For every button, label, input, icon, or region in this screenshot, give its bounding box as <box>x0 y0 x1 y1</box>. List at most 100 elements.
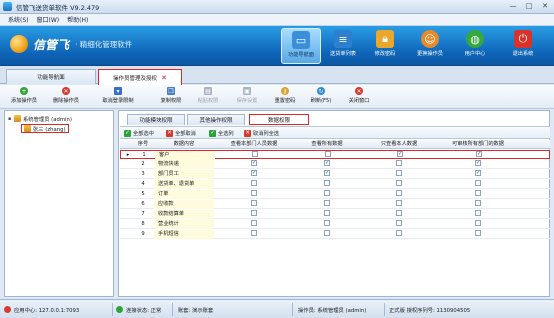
checkbox[interactable] <box>475 180 481 186</box>
cancel-login-limit-button[interactable]: ▾ 取消登录限制 <box>90 86 146 108</box>
refresh-button[interactable]: ↻ 刷新(F5) <box>305 86 337 108</box>
header-audit-data[interactable]: 可审核所有部门的数据 <box>436 140 520 149</box>
row-content: 营业统计 <box>154 220 214 229</box>
close-tab-icon[interactable]: ✕ <box>161 74 167 82</box>
nav-function-map-button[interactable]: ▭ 功能导航面 <box>281 28 321 64</box>
connection-icon <box>116 306 123 313</box>
row-indicator-icon <box>122 190 132 199</box>
checkbox[interactable] <box>396 220 402 226</box>
checkbox[interactable] <box>396 160 402 166</box>
tab-module-permissions[interactable]: 功能模块权限 <box>127 114 185 125</box>
tab-operator-management[interactable]: 操作员管理及授权 ✕ <box>98 69 182 85</box>
cell-dept-data <box>216 210 292 219</box>
cell-audit-data <box>436 210 520 219</box>
minimize-button[interactable]: — <box>506 1 520 12</box>
menu-window[interactable]: 窗口(W) <box>37 15 60 24</box>
checkbox[interactable] <box>251 230 257 236</box>
toolbar-label: 刷新(F5) <box>310 98 332 104</box>
checkbox[interactable] <box>324 200 330 206</box>
checkbox[interactable] <box>251 190 257 196</box>
checkbox-checked[interactable]: ✓ <box>475 170 481 176</box>
nav-switch-operator-button[interactable]: ☺ 更换操作员 <box>410 28 450 64</box>
checkbox[interactable] <box>396 190 402 196</box>
table-row[interactable]: 2 物流快递 ✓ ✓ ✓ <box>120 160 550 169</box>
checkbox-checked[interactable]: ✓ <box>476 151 482 157</box>
checkbox-checked[interactable]: ✓ <box>475 160 481 166</box>
checkbox[interactable] <box>252 151 258 157</box>
button-label: 取消列全选 <box>253 131 279 137</box>
checkbox[interactable] <box>324 210 330 216</box>
copy-permission-button[interactable]: ❐ 复制权限 <box>154 86 188 108</box>
close-icon: ✕ <box>355 87 363 95</box>
tree-node-zhang[interactable]: 张三 (zhang) <box>21 124 69 133</box>
delete-operator-button[interactable]: ✕ 删除操作员 <box>46 86 86 108</box>
menu-system[interactable]: 系统(S) <box>8 15 29 24</box>
tab-other-permissions[interactable]: 其他操作权限 <box>187 114 245 125</box>
table-row[interactable]: 5 订单 <box>120 190 550 199</box>
checkbox[interactable] <box>324 190 330 196</box>
nav-delivery-list-button[interactable]: ≡ 送货单列表 <box>323 28 363 64</box>
checkbox[interactable] <box>251 210 257 216</box>
cell-own-data <box>364 170 434 179</box>
close-window-button[interactable]: ✕ <box>538 1 552 12</box>
checkbox[interactable] <box>475 230 481 236</box>
checkbox[interactable] <box>251 200 257 206</box>
checkbox-checked[interactable]: ✓ <box>324 170 330 176</box>
deselect-column-button[interactable]: ✕ 取消列全选 <box>244 129 279 138</box>
checkbox[interactable] <box>396 230 402 236</box>
nav-label: 功能导航面 <box>288 52 314 58</box>
header-dept-data[interactable]: 查看本部门人员数据 <box>216 140 292 149</box>
tree-node-admin[interactable]: ▪ 系统管理员 (admin) <box>8 114 72 123</box>
table-row[interactable]: 8 营业统计 <box>120 220 550 229</box>
deselect-all-button[interactable]: ✕ 全部取消 <box>166 129 196 138</box>
row-indicator-icon <box>122 160 132 169</box>
add-operator-button[interactable]: + 添加操作员 <box>4 86 44 108</box>
table-row[interactable]: 6 应收款 <box>120 200 550 209</box>
header-own-data[interactable]: 只查看本人数据 <box>364 140 434 149</box>
cell-all-data <box>294 200 360 209</box>
reset-password-button[interactable]: ⚷ 重置密码 <box>268 86 302 108</box>
checkbox[interactable] <box>475 190 481 196</box>
menu-help[interactable]: 帮助(H) <box>67 15 88 24</box>
checkbox[interactable] <box>324 220 330 226</box>
save-settings-button[interactable]: ▣ 保存设置 <box>230 86 264 108</box>
checkbox-checked[interactable]: ✓ <box>324 160 330 166</box>
checkbox[interactable] <box>475 210 481 216</box>
checkbox-checked[interactable]: ✓ <box>397 151 403 157</box>
nav-change-password-button[interactable]: 🔒︎ 修改密码 <box>365 28 405 64</box>
checkbox[interactable] <box>325 151 331 157</box>
table-row[interactable]: ▸ 1 客户 ✓ ✓ <box>120 150 550 160</box>
close-window-tool-button[interactable]: ✕ 关闭窗口 <box>343 86 375 108</box>
table-row[interactable]: 7 收款结算单 <box>120 210 550 219</box>
checkbox[interactable] <box>396 170 402 176</box>
status-bar: 应用中心: 127.0.0.1:7093 连接状态: 正常 账套: 演示账套 操… <box>0 299 554 318</box>
tab-data-permissions[interactable]: 数据权限 <box>249 114 309 125</box>
tree-node-label: 系统管理员 (admin) <box>23 116 72 123</box>
nav-user-center-button[interactable]: ◍ 用户中心 <box>455 28 495 64</box>
checkbox[interactable] <box>396 200 402 206</box>
checkbox[interactable] <box>324 230 330 236</box>
cell-own-data <box>364 220 434 229</box>
table-row[interactable]: 3 部门员工 ✓ ✓ ✓ <box>120 170 550 179</box>
checkbox[interactable] <box>475 200 481 206</box>
paste-permission-button[interactable]: ▤ 粘贴权限 <box>191 86 225 108</box>
checkbox-checked[interactable]: ✓ <box>251 160 257 166</box>
select-all-button[interactable]: ✓ 全部选中 <box>124 129 154 138</box>
checkbox[interactable] <box>251 220 257 226</box>
row-indicator-icon <box>122 230 132 239</box>
checkbox[interactable] <box>251 180 257 186</box>
maximize-button[interactable]: □ <box>522 1 536 12</box>
select-column-button[interactable]: ✓ 全选列 <box>209 129 234 138</box>
cell-audit-data: ✓ <box>436 170 520 179</box>
table-row[interactable]: 4 送货单、退货单 <box>120 180 550 189</box>
checkbox[interactable] <box>324 180 330 186</box>
checkbox[interactable] <box>475 220 481 226</box>
header-all-data[interactable]: 查看所有数据 <box>294 140 360 149</box>
table-row[interactable]: 9 手机短信 <box>120 230 550 239</box>
checkbox[interactable] <box>396 180 402 186</box>
checkbox-checked[interactable]: ✓ <box>251 170 257 176</box>
unlock-icon: ▾ <box>114 87 122 95</box>
tab-function-map[interactable]: 功能导航面 <box>6 69 96 84</box>
nav-exit-button[interactable]: ⏻ 退出系统 <box>503 28 543 64</box>
checkbox[interactable] <box>396 210 402 216</box>
